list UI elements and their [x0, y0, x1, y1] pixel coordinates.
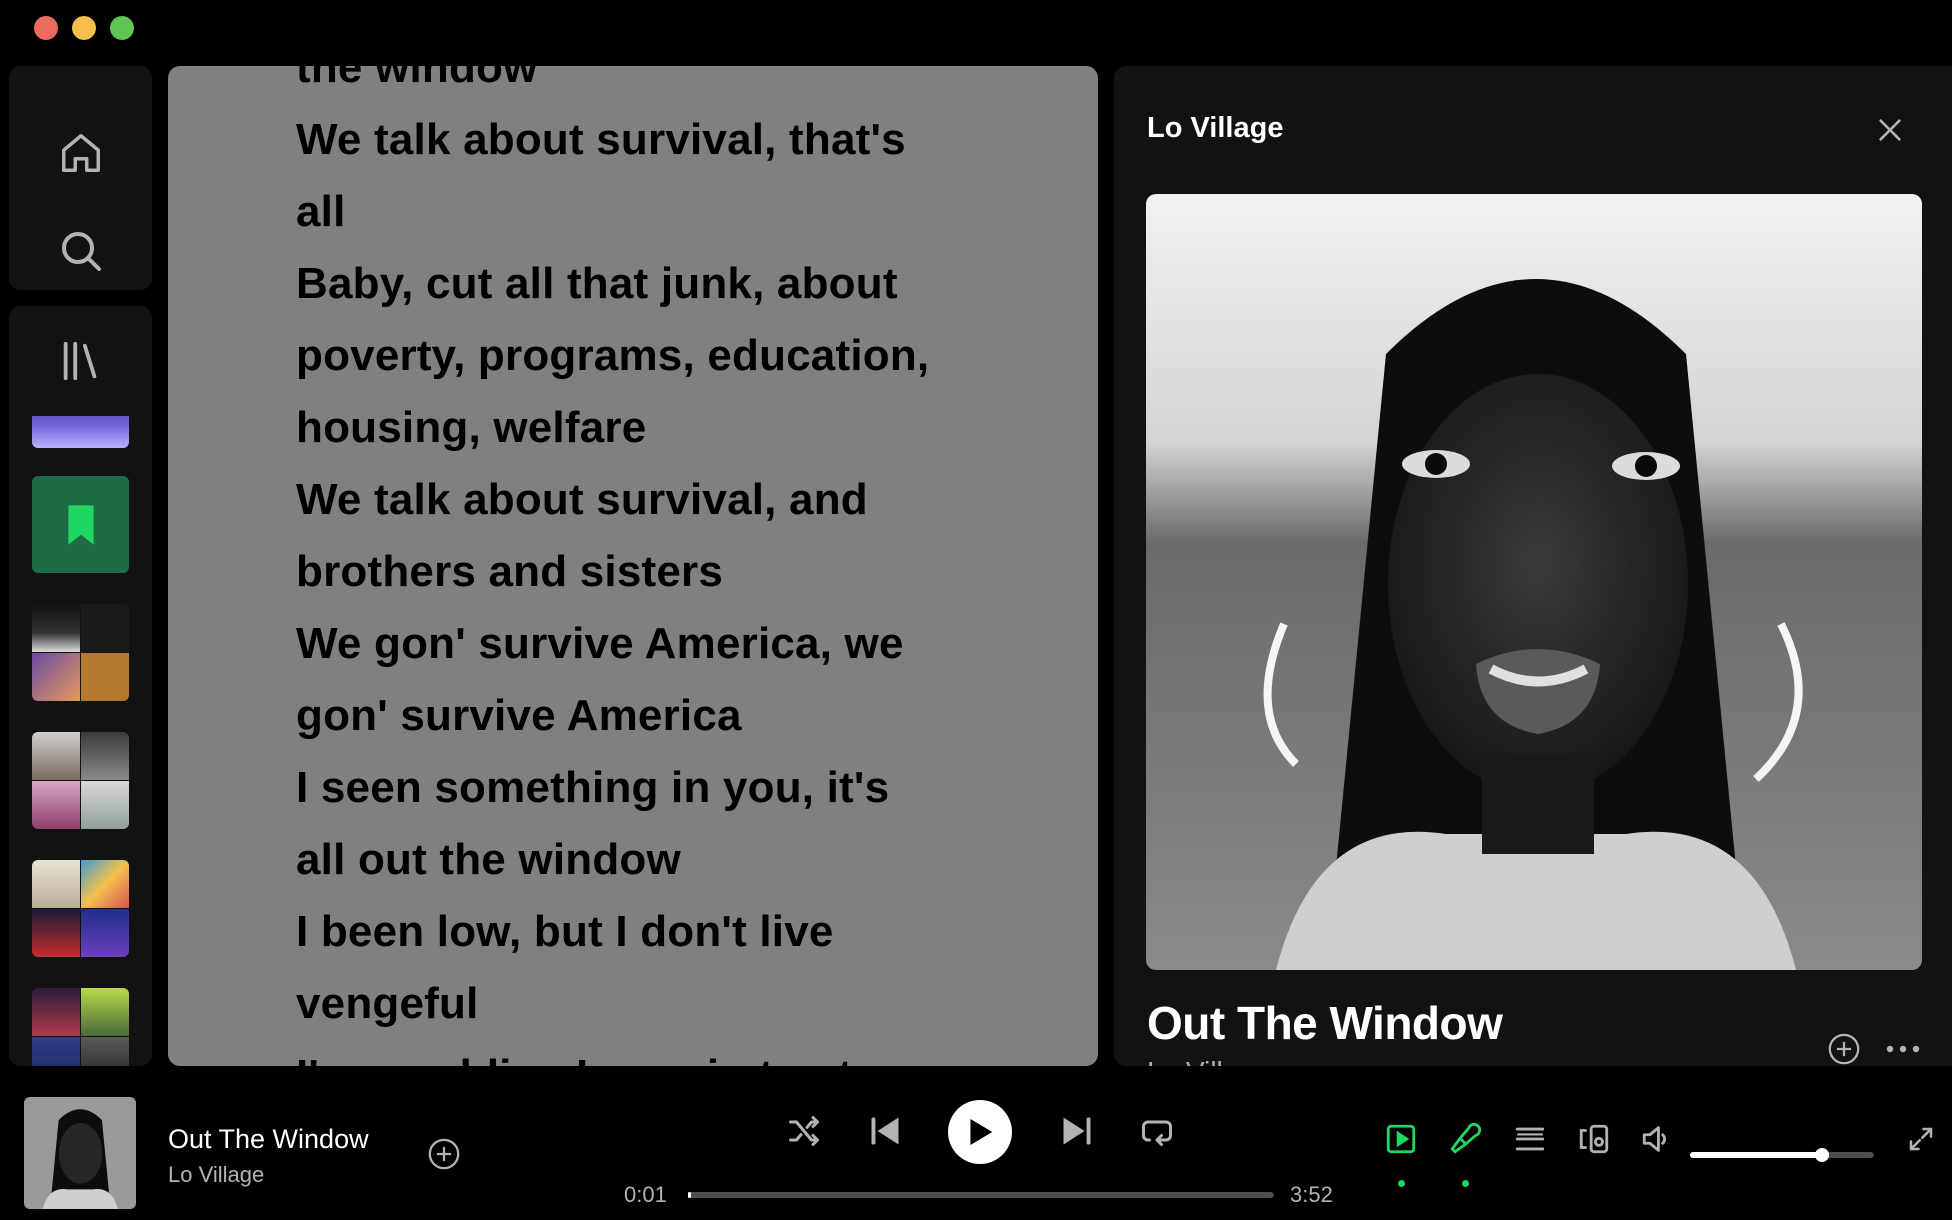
volume-slider[interactable] [1690, 1148, 1874, 1162]
lyric-line[interactable]: gon' survive America [296, 680, 1016, 752]
spotify-window: the window We talk about survival, that'… [0, 0, 1952, 1220]
library-item[interactable] [32, 860, 129, 957]
play-icon [970, 1119, 993, 1145]
fullscreen-icon[interactable] [1898, 1116, 1944, 1162]
lyric-line[interactable]: poverty, programs, education, [296, 320, 1016, 392]
progress-bar[interactable] [688, 1192, 1274, 1198]
now-playing-thumbnail[interactable] [24, 1097, 136, 1209]
lyric-line[interactable]: all [296, 176, 1016, 248]
lyric-line[interactable]: all out the window [296, 824, 1016, 896]
lyric-line[interactable]: We gon' survive America, we [296, 608, 1016, 680]
lyric-line[interactable]: Baby, cut all that junk, about [296, 248, 1016, 320]
track-title[interactable]: Out The Window [1147, 996, 1503, 1050]
library-item[interactable] [32, 604, 129, 701]
queue-icon[interactable] [1507, 1116, 1553, 1162]
search-icon[interactable] [56, 226, 106, 276]
lyric-line[interactable]: the window [296, 66, 1016, 104]
skip-back-icon[interactable] [860, 1106, 910, 1156]
library-header [9, 306, 152, 416]
elapsed-time: 0:01 [624, 1182, 667, 1207]
play-button[interactable] [948, 1100, 1012, 1164]
microphone-icon[interactable] [1442, 1116, 1488, 1162]
window-controls [34, 16, 134, 40]
library-icon[interactable] [56, 336, 106, 386]
lyrics-view[interactable]: the window We talk about survival, that'… [168, 66, 1098, 1066]
window-minimize-button[interactable] [72, 16, 96, 40]
connect-device-icon[interactable] [1571, 1116, 1617, 1162]
track-artist[interactable]: Lo Vill [1147, 1056, 1223, 1066]
lyric-line[interactable]: We talk about survival, and [296, 464, 1016, 536]
now-playing-artist[interactable]: Lo Village [168, 1162, 264, 1188]
library-item-liked-songs[interactable] [32, 476, 129, 573]
add-circle-icon[interactable] [1824, 1029, 1864, 1066]
window-close-button[interactable] [34, 16, 58, 40]
album-cover [1146, 194, 1922, 970]
panel-title[interactable]: Lo Village [1147, 112, 1283, 145]
lyric-line[interactable]: vengeful [296, 968, 1016, 1040]
home-icon[interactable] [56, 128, 106, 178]
more-dots-icon[interactable] [1878, 1029, 1928, 1066]
library-item[interactable] [32, 732, 129, 829]
player-bar: Out The Window Lo Village 0:01 3:52 [0, 1082, 1952, 1220]
lyric-line[interactable]: I'm a soldier, I remain tap toes [296, 1040, 1016, 1066]
active-indicator-dot [1462, 1180, 1469, 1187]
repeat-icon[interactable] [1132, 1106, 1182, 1156]
add-circle-icon[interactable] [424, 1134, 464, 1174]
lyric-line[interactable]: We talk about survival, that's [296, 104, 1016, 176]
active-indicator-dot [1398, 1180, 1405, 1187]
lyric-line[interactable]: brothers and sisters [296, 536, 1016, 608]
volume-fill [1690, 1148, 1830, 1162]
library-item[interactable] [32, 988, 129, 1066]
bookmark-icon [67, 504, 94, 545]
nav-panel [9, 66, 152, 290]
shuffle-icon[interactable] [779, 1106, 829, 1156]
now-playing-view-icon[interactable] [1378, 1116, 1424, 1162]
lyric-line[interactable]: housing, welfare [296, 392, 1016, 464]
lyric-line[interactable]: I seen something in you, it's [296, 752, 1016, 824]
lyrics-text: the window We talk about survival, that'… [296, 66, 1016, 1066]
library-sidebar [9, 306, 152, 1066]
volume-icon[interactable] [1634, 1116, 1680, 1162]
now-playing-title[interactable]: Out The Window [168, 1124, 369, 1155]
close-icon[interactable] [1870, 110, 1910, 150]
now-playing-panel: Lo Village Out The Window [1114, 66, 1952, 1066]
lyric-line[interactable]: I been low, but I don't live [296, 896, 1016, 968]
total-time: 3:52 [1290, 1182, 1333, 1207]
skip-forward-icon[interactable] [1052, 1106, 1102, 1156]
progress-fill [688, 1192, 691, 1198]
window-maximize-button[interactable] [110, 16, 134, 40]
volume-knob[interactable] [1815, 1148, 1830, 1162]
